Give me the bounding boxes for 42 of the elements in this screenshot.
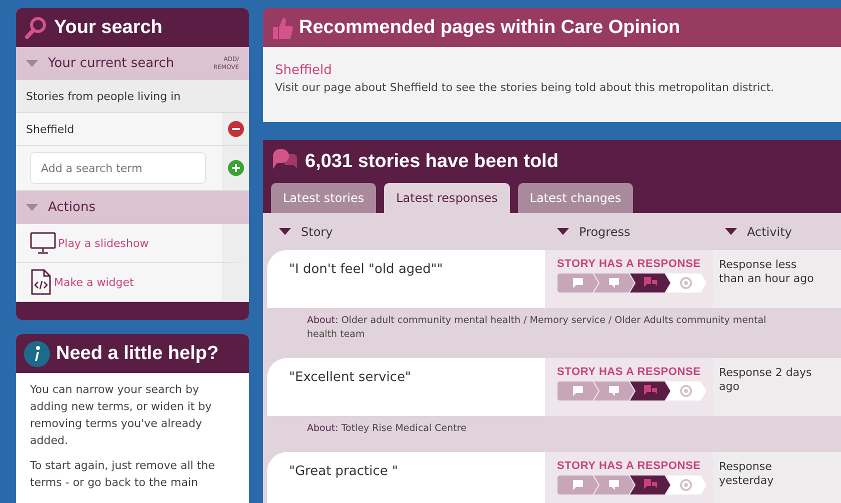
story-card[interactable]: "Great practice " STORY HAS A RESPONSE Response yesterday: [267, 452, 841, 503]
action-link[interactable]: Play a slideshow: [58, 236, 149, 250]
add-icon[interactable]: [228, 160, 244, 176]
story-card[interactable]: "I don't feel "old aged"" STORY HAS A RESPONSE Response less than an hour ago: [267, 250, 841, 308]
status-label: STORY HAS A RESPONSE: [557, 258, 702, 270]
activity-text: Response 2 days ago: [713, 358, 841, 416]
help-paragraph: To start again, just remove all the terms - or go back to the main: [30, 458, 216, 491]
status-label: STORY HAS A RESPONSE: [557, 366, 702, 378]
thumbs-up-icon: [271, 16, 293, 40]
search-intro-text: Stories from people living in: [26, 90, 182, 102]
help-paragraph: You can narrow your search by adding new terms, or widen it by removing terms you've already added.: [30, 382, 213, 449]
description-text: Visit our page about Sheffield to see the stories being told about this metropolitan district.: [275, 81, 776, 94]
sheffield-link[interactable]: Sheffield: [275, 63, 332, 78]
section-header[interactable]: Your current search: [48, 56, 204, 71]
remove-icon[interactable]: [228, 121, 244, 137]
search-term-field[interactable]: Add a search term: [30, 152, 206, 184]
column-header[interactable]: Activity: [747, 224, 792, 238]
status-label: STORY HAS A RESPONSE: [557, 460, 702, 472]
activity-text: Response yesterday: [713, 452, 841, 503]
panel-title: Need a little help?: [56, 342, 219, 364]
tab[interactable]: Latest responses: [384, 183, 510, 213]
info-icon: [24, 340, 50, 366]
caret-icon[interactable]: [279, 228, 291, 236]
monitor-icon: [30, 232, 56, 254]
action-link[interactable]: Make a widget: [54, 276, 134, 288]
story-title: "I don't feel "old aged"": [288, 261, 444, 279]
story-title: "Excellent service": [288, 369, 412, 387]
activity-text: Response less than an hour ago: [713, 250, 841, 308]
about-text: About: Older adult community mental health / Memory service / Older Adults community mental health team: [306, 314, 768, 342]
search-term: Sheffield: [26, 122, 76, 136]
column-header[interactable]: Progress: [579, 224, 630, 238]
column-header[interactable]: Story: [301, 224, 333, 238]
caret-icon[interactable]: [725, 228, 737, 236]
search-icon: [24, 16, 48, 40]
panel-title: Recommended pages within Care Opinion: [299, 16, 680, 38]
story-card[interactable]: "Excellent service" STORY HAS A RESPONSE Response 2 days ago: [267, 358, 841, 416]
about-text: About: Totley Rise Medical Centre: [306, 422, 468, 436]
panel-title: Your search: [54, 16, 162, 38]
story-title: "Great practice ": [288, 463, 399, 481]
caret-icon[interactable]: [557, 228, 569, 236]
code-file-icon: [30, 269, 52, 295]
panel-title: 6,031 stories have been told: [305, 150, 558, 172]
